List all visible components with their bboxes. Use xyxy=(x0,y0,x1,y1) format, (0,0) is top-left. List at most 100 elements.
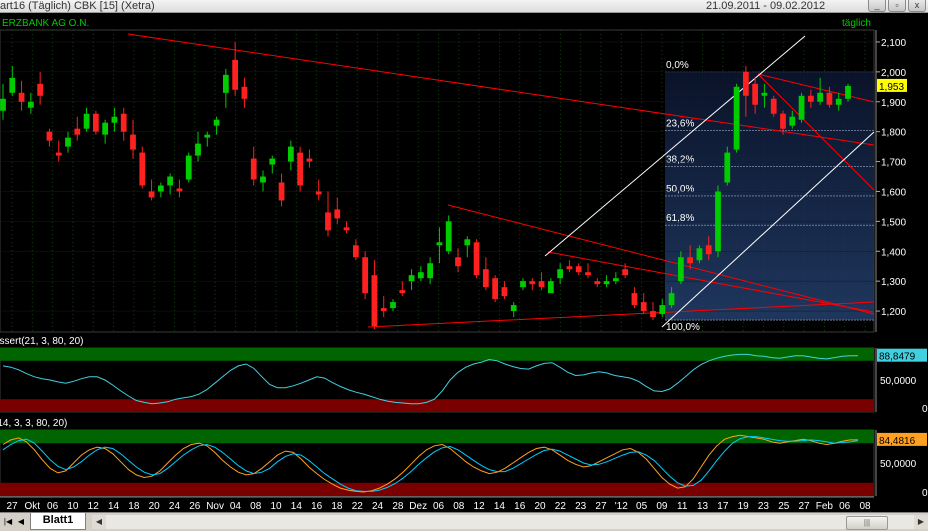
candle-body xyxy=(436,242,443,246)
candle-body xyxy=(232,59,239,90)
scroll-right-icon[interactable]: ▶ xyxy=(914,515,928,529)
time-axis-label: 05 xyxy=(636,501,648,512)
candle-body xyxy=(752,83,759,105)
oscillator-value-label: 84,4816 xyxy=(879,436,916,447)
time-axis-label: 28 xyxy=(392,501,404,512)
restore-button[interactable]: ▫ xyxy=(888,0,906,12)
candle-body xyxy=(622,269,629,276)
time-axis-label: 20 xyxy=(149,501,161,512)
time-axis-label: 08 xyxy=(250,501,262,512)
candle-body xyxy=(0,98,6,111)
candle-body xyxy=(677,257,684,282)
fibonacci-level-label: 23,6% xyxy=(666,118,694,129)
time-axis-label: 25 xyxy=(778,501,790,512)
time-axis-label: 12 xyxy=(474,501,486,512)
last-price-label: 1,953 xyxy=(879,82,904,93)
time-axis-label: 08 xyxy=(453,501,465,512)
candle-body xyxy=(780,113,786,129)
candle-body xyxy=(575,266,582,273)
time-axis-label: 22 xyxy=(555,501,567,512)
scroll-thumb[interactable]: ||| xyxy=(846,516,888,530)
candle-body xyxy=(724,152,731,183)
fibonacci-level-label: 50,0% xyxy=(666,184,694,195)
candle-body xyxy=(715,191,721,252)
candle-body xyxy=(668,293,675,306)
candle-body xyxy=(807,95,814,102)
price-tick-label: 1,900 xyxy=(881,98,906,109)
sheet-tab-blatt1[interactable]: Blatt1 xyxy=(30,513,86,530)
candle-body xyxy=(835,98,842,105)
time-axis-label: 12 xyxy=(88,501,100,512)
candle-body xyxy=(287,146,294,162)
first-sheet-icon[interactable]: |◀ xyxy=(3,516,13,527)
price-tick-label: 2,100 xyxy=(881,38,906,49)
price-tick-label: 1,600 xyxy=(881,187,906,198)
time-axis-label: 23 xyxy=(575,501,587,512)
candle-body xyxy=(659,305,666,315)
fibonacci-level-label: 38,2% xyxy=(666,155,694,166)
oversold-zone xyxy=(0,482,874,496)
time-axis-label: 27 xyxy=(6,501,18,512)
time-axis-label: 06 xyxy=(47,501,59,512)
scroll-left-icon[interactable]: ◀ xyxy=(92,515,106,529)
candle-body xyxy=(130,134,136,150)
candle-body xyxy=(733,86,740,150)
fibonacci-level-label: 100,0% xyxy=(666,322,700,333)
date-range: 21.09.2011 - 09.02.2012 xyxy=(706,0,826,12)
oscillator-tick-label: 0 xyxy=(922,404,928,415)
candle-body xyxy=(455,257,461,267)
candle-body xyxy=(501,287,508,297)
time-axis-label: 27 xyxy=(799,501,811,512)
candle-body xyxy=(445,221,452,252)
close-button[interactable]: x xyxy=(908,0,926,12)
candle-body xyxy=(27,101,34,108)
time-axis-label: 14 xyxy=(494,501,506,512)
candle-body xyxy=(278,182,285,201)
chart-title: ERZBANK AG O.N. xyxy=(2,18,89,29)
time-axis-label: Dez xyxy=(409,501,427,512)
candle-body xyxy=(510,305,517,312)
candle-body xyxy=(845,85,851,99)
candle-body xyxy=(315,191,322,195)
oscillator-title: (14, 3, 3, 80, 20) xyxy=(0,418,67,429)
window-controls: _ ▫ x xyxy=(868,0,926,12)
candle-body xyxy=(817,92,824,102)
candle-body xyxy=(352,245,359,258)
price-panel: ERZBANK AG O.N. täglich 0,0% 23,6% 38,2% 50,0… xyxy=(0,18,907,333)
time-axis-label: 09 xyxy=(656,501,668,512)
prev-sheet-icon[interactable]: ◀ xyxy=(16,516,26,527)
candle-body xyxy=(9,77,16,93)
candle-body xyxy=(399,290,406,294)
time-axis-label: 24 xyxy=(169,501,181,512)
candle-body xyxy=(297,152,304,186)
overbought-zone xyxy=(0,430,874,444)
candle-body xyxy=(269,158,276,165)
candle-body xyxy=(222,74,229,93)
price-tick-label: 1,200 xyxy=(881,307,906,318)
candle-body xyxy=(111,116,118,123)
timeframe-label: täglich xyxy=(842,18,871,29)
candle-body xyxy=(83,113,90,129)
candle-body xyxy=(612,278,619,282)
horizontal-scrollbar[interactable]: ◀ ||| ▶ xyxy=(92,515,928,530)
chart-area[interactable]: ERZBANK AG O.N. täglich 0,0% 23,6% 38,2% 50,0… xyxy=(0,12,928,512)
candle-body xyxy=(371,275,378,327)
candle-body xyxy=(74,128,81,135)
candle-body xyxy=(139,152,146,186)
candle-body xyxy=(306,158,313,162)
oversold-zone xyxy=(0,399,874,412)
candle-body xyxy=(390,302,396,309)
minimize-button[interactable]: _ xyxy=(868,0,886,12)
time-axis-label: 10 xyxy=(67,501,79,512)
candle-body xyxy=(603,281,610,285)
candle-body xyxy=(46,131,53,141)
time-axis-label: 08 xyxy=(859,501,871,512)
candle-body xyxy=(761,92,768,96)
candle-body xyxy=(185,155,192,180)
candle-body xyxy=(650,311,656,318)
price-tick-label: 2,000 xyxy=(881,68,906,79)
time-axis-label: 23 xyxy=(758,501,770,512)
candle-body xyxy=(427,263,434,279)
oscillator-panel-2: (14, 3, 3, 80, 20) 50,0000 0 84,4816 xyxy=(0,418,928,499)
time-axis-label: 14 xyxy=(108,501,120,512)
